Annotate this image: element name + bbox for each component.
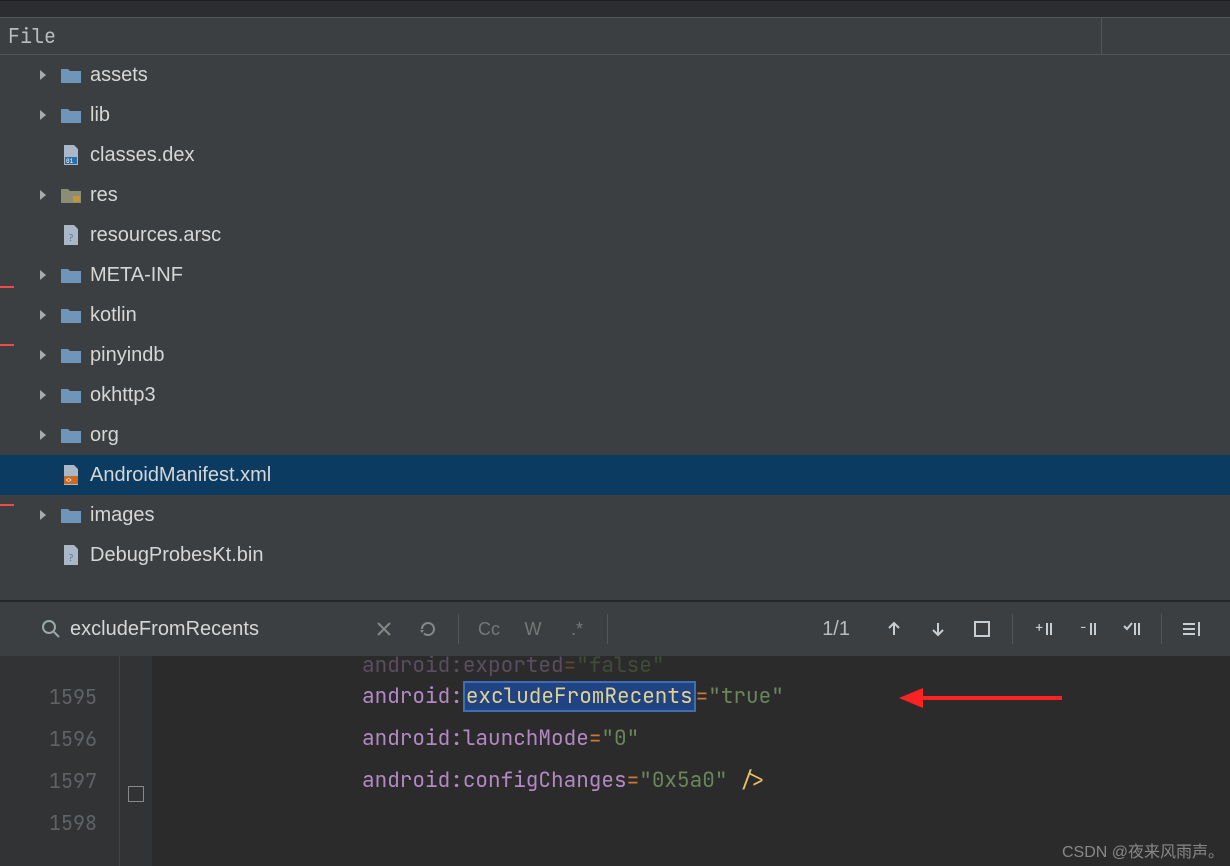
separator <box>1012 614 1013 644</box>
change-marker <box>0 504 14 506</box>
tree-label: classes.dex <box>90 144 195 167</box>
code-editor[interactable]: 1595 1596 1597 1598 android:exported="fa… <box>0 656 1230 866</box>
line-number: 1595 <box>0 676 97 718</box>
header-col-file[interactable]: File <box>0 18 1102 54</box>
tree-item-org[interactable]: org <box>0 415 1230 455</box>
svg-text:+: + <box>1035 619 1043 637</box>
code-line[interactable]: android:configChanges="0x5a0" /> <box>152 760 1230 802</box>
code-line[interactable]: android:exported="false" <box>152 656 1230 676</box>
svg-text:<>: <> <box>65 476 72 484</box>
header-col-label: File <box>8 23 56 49</box>
tree-item-res[interactable]: res <box>0 175 1230 215</box>
separator <box>458 614 459 644</box>
tree-label: images <box>90 504 154 527</box>
tree-label: res <box>90 184 118 207</box>
folder-icon <box>60 384 82 406</box>
chevron-right-icon[interactable] <box>34 186 52 204</box>
line-number <box>0 656 97 676</box>
match-count: 1/1 <box>822 618 850 641</box>
tree-label: org <box>90 424 119 447</box>
project-tree[interactable]: assets lib 01 classes.dex res ? resource… <box>0 55 1230 600</box>
header-col-2[interactable] <box>1102 18 1230 54</box>
tree-label: okhttp3 <box>90 384 156 407</box>
tree-item-meta-inf[interactable]: META-INF <box>0 255 1230 295</box>
tree-label: pinyindb <box>90 344 165 367</box>
tree-item-images[interactable]: images <box>0 495 1230 535</box>
chevron-right-icon[interactable] <box>34 266 52 284</box>
remove-selection-button[interactable]: − <box>1069 611 1105 647</box>
fold-gutter[interactable] <box>120 656 152 866</box>
watermark: CSDN @夜来风雨声。 <box>1062 838 1224 862</box>
search-icon <box>40 618 62 640</box>
chevron-right-icon[interactable] <box>34 66 52 84</box>
folder-icon <box>60 104 82 126</box>
select-all-occurrences-button[interactable] <box>964 611 1000 647</box>
tree-item-classes-dex[interactable]: 01 classes.dex <box>0 135 1230 175</box>
prev-match-button[interactable] <box>876 611 912 647</box>
line-number: 1597 <box>0 760 97 802</box>
filter-button[interactable] <box>1174 611 1210 647</box>
res-folder-icon <box>60 184 82 206</box>
folder-icon <box>60 424 82 446</box>
svg-text:−: − <box>1079 619 1087 637</box>
code-line[interactable]: android:excludeFromRecents="true" <box>152 676 1230 718</box>
tree-label: DebugProbesKt.bin <box>90 544 263 567</box>
next-match-button[interactable] <box>920 611 956 647</box>
unknown-file-icon: ? <box>60 544 82 566</box>
match-case-toggle[interactable]: Cc <box>471 611 507 647</box>
select-all-button[interactable] <box>1113 611 1149 647</box>
folder-icon <box>60 304 82 326</box>
xml-file-icon: <> <box>60 464 82 486</box>
tree-item-androidmanifest[interactable]: <> AndroidManifest.xml <box>0 455 1230 495</box>
tree-item-okhttp3[interactable]: okhttp3 <box>0 375 1230 415</box>
change-marker <box>0 344 14 346</box>
tree-label: META-INF <box>90 264 183 287</box>
words-toggle[interactable]: W <box>515 611 551 647</box>
chevron-right-icon[interactable] <box>34 506 52 524</box>
tree-item-resources-arsc[interactable]: ? resources.arsc <box>0 215 1230 255</box>
find-bar: Cc W .* 1/1 + − <box>0 600 1230 656</box>
fold-marker-icon[interactable] <box>128 786 144 802</box>
separator <box>1161 614 1162 644</box>
folder-icon <box>60 264 82 286</box>
add-selection-button[interactable]: + <box>1025 611 1061 647</box>
tree-label: kotlin <box>90 304 137 327</box>
tree-item-pinyindb[interactable]: pinyindb <box>0 335 1230 375</box>
separator <box>607 614 608 644</box>
chevron-right-icon[interactable] <box>34 386 52 404</box>
binary-file-icon: 01 <box>60 144 82 166</box>
tree-label: assets <box>90 64 148 87</box>
chevron-right-icon[interactable] <box>34 426 52 444</box>
line-gutter: 1595 1596 1597 1598 <box>0 656 120 866</box>
tree-label: lib <box>90 104 110 127</box>
folder-icon <box>60 64 82 86</box>
regex-toggle[interactable]: .* <box>559 611 595 647</box>
tree-item-kotlin[interactable]: kotlin <box>0 295 1230 335</box>
svg-text:?: ? <box>68 231 74 244</box>
search-match: excludeFromRecents <box>463 681 696 712</box>
tree-item-debugprobes[interactable]: ? DebugProbesKt.bin <box>0 535 1230 575</box>
title-bar-spacer <box>0 0 1230 17</box>
code-line[interactable]: android:launchMode="0" <box>152 718 1230 760</box>
svg-text:01: 01 <box>66 157 74 165</box>
tree-item-lib[interactable]: lib <box>0 95 1230 135</box>
svg-text:?: ? <box>68 551 74 564</box>
chevron-right-icon[interactable] <box>34 106 52 124</box>
tree-label: AndroidManifest.xml <box>90 464 271 487</box>
tree-label: resources.arsc <box>90 224 221 247</box>
code-content[interactable]: android:exported="false" android:exclude… <box>152 656 1230 866</box>
search-history-button[interactable] <box>410 611 446 647</box>
change-marker <box>0 286 14 288</box>
unknown-file-icon: ? <box>60 224 82 246</box>
tree-item-assets[interactable]: assets <box>0 55 1230 95</box>
chevron-right-icon[interactable] <box>34 306 52 324</box>
clear-search-button[interactable] <box>366 611 402 647</box>
search-input[interactable] <box>70 618 330 641</box>
chevron-right-icon[interactable] <box>34 346 52 364</box>
folder-icon <box>60 504 82 526</box>
folder-icon <box>60 344 82 366</box>
line-number: 1598 <box>0 802 97 844</box>
tree-header: File <box>0 17 1230 55</box>
line-number: 1596 <box>0 718 97 760</box>
